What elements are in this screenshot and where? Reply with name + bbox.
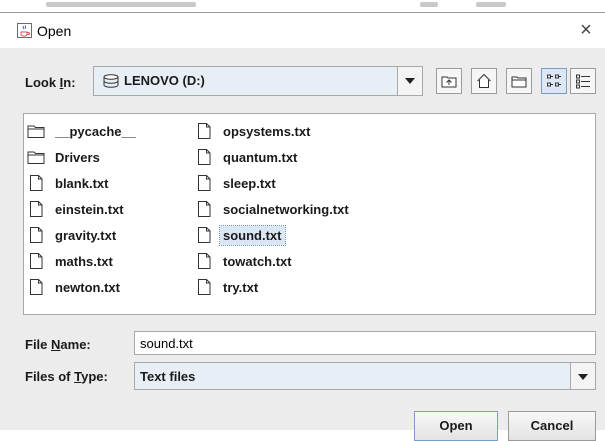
file-name-text: newton.txt (55, 279, 120, 295)
file-icon (195, 122, 213, 140)
file-name-label-prefix: File (25, 337, 52, 352)
folder-icon (27, 148, 45, 166)
file-name-label-suffix: ame: (60, 337, 91, 352)
file-type-dropdown[interactable]: Text files (134, 362, 596, 390)
details-view-icon (576, 74, 590, 89)
file-item[interactable]: try.txt (195, 274, 352, 300)
file-name-text: Drivers (55, 149, 100, 165)
java-icon (17, 23, 32, 38)
file-item[interactable]: towatch.txt (195, 248, 352, 274)
file-icon (27, 278, 45, 296)
file-icon (195, 148, 213, 166)
file-name-text: einstein.txt (55, 201, 124, 217)
drive-icon (103, 74, 119, 88)
file-type-label: Files of Type: (25, 369, 108, 384)
list-view-button[interactable] (541, 68, 567, 94)
cancel-button[interactable]: Cancel (508, 411, 596, 441)
up-one-level-icon (441, 76, 457, 88)
dialog-title: Open (37, 23, 72, 39)
look-in-label-suffix: n: (63, 75, 76, 90)
file-name-text: try.txt (223, 279, 259, 295)
file-type-value: Text files (140, 369, 196, 384)
home-button[interactable] (471, 68, 497, 94)
folder-icon (27, 122, 45, 140)
file-name-text: gravity.txt (55, 227, 117, 243)
open-button[interactable]: Open (414, 411, 498, 441)
file-icon (27, 174, 45, 192)
look-in-value: LENOVO (D:) (124, 73, 205, 88)
close-button[interactable]: × (575, 19, 597, 41)
file-type-label-suffix: ype: (81, 369, 108, 384)
file-item[interactable]: einstein.txt (27, 196, 139, 222)
file-item[interactable]: sound.txt (195, 222, 352, 248)
new-folder-button[interactable] (506, 68, 532, 94)
file-item[interactable]: opsystems.txt (195, 118, 352, 144)
home-icon (477, 73, 491, 88)
file-list-column-1: __pycache__ Drivers blank.txt einstein.txt g… (27, 118, 139, 300)
file-name-text: opsystems.txt (223, 123, 311, 139)
file-name-label-mnemonic: N (51, 337, 61, 352)
file-name-text: quantum.txt (223, 149, 298, 165)
file-icon (27, 226, 45, 244)
look-in-label: Look In: (25, 75, 76, 90)
chevron-down-icon (405, 78, 415, 84)
file-list[interactable]: __pycache__ Drivers blank.txt einstein.txt g… (23, 113, 596, 315)
file-item[interactable]: socialnetworking.txt (195, 196, 352, 222)
file-item[interactable]: blank.txt (27, 170, 139, 196)
file-type-dropdown-arrow[interactable] (570, 363, 595, 389)
file-item[interactable]: sleep.txt (195, 170, 352, 196)
file-item[interactable]: newton.txt (27, 274, 139, 300)
file-icon (195, 252, 213, 270)
file-icon (195, 226, 213, 244)
file-icon (27, 200, 45, 218)
look-in-dropdown-arrow[interactable] (397, 67, 422, 95)
file-name-text: maths.txt (55, 253, 113, 269)
file-item[interactable]: quantum.txt (195, 144, 352, 170)
file-type-label-prefix: Files of (25, 369, 75, 384)
file-name-text: __pycache__ (55, 123, 136, 139)
file-name-text: sound.txt (219, 224, 286, 246)
folder-item[interactable]: Drivers (27, 144, 139, 170)
background-text-fragment (420, 2, 438, 7)
close-icon: × (580, 19, 592, 41)
file-icon (195, 200, 213, 218)
file-name-label: File Name: (25, 337, 91, 352)
file-icon (195, 174, 213, 192)
file-icon (195, 278, 213, 296)
up-one-level-button[interactable] (436, 68, 462, 94)
file-name-text: towatch.txt (223, 253, 292, 269)
open-file-dialog: Open × Look In: LENOVO (D:) __pycache__ … (0, 14, 605, 441)
file-name-input[interactable] (134, 331, 596, 355)
file-name-text: socialnetworking.txt (223, 201, 349, 217)
title-bar: Open × (0, 14, 605, 48)
background-divider (0, 12, 605, 13)
file-name-text: blank.txt (55, 175, 109, 191)
chevron-down-icon (578, 374, 588, 380)
look-in-dropdown[interactable]: LENOVO (D:) (93, 66, 423, 96)
file-icon (27, 252, 45, 270)
background-text-fragment (476, 2, 506, 7)
look-in-label-prefix: Look (25, 75, 60, 90)
new-folder-icon (511, 76, 527, 88)
background-window-strip (0, 0, 605, 14)
background-text-fragment (46, 2, 196, 7)
list-view-icon (547, 74, 561, 87)
file-list-column-2: opsystems.txt quantum.txt sleep.txt socialn… (195, 118, 352, 300)
file-item[interactable]: maths.txt (27, 248, 139, 274)
file-item[interactable]: gravity.txt (27, 222, 139, 248)
file-name-text: sleep.txt (223, 175, 276, 191)
details-view-button[interactable] (570, 68, 596, 94)
folder-item[interactable]: __pycache__ (27, 118, 139, 144)
